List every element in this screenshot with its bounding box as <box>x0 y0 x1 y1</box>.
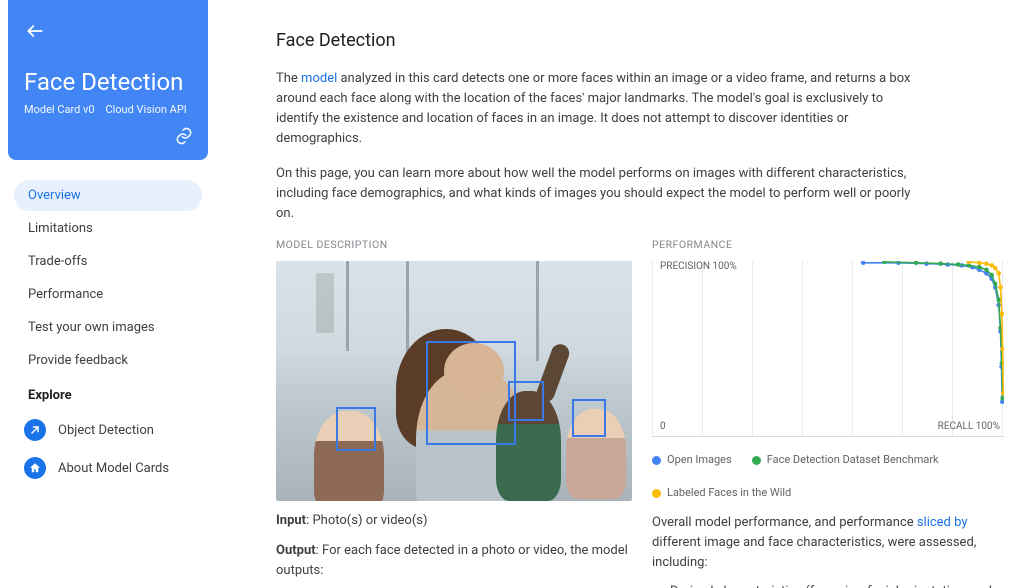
hero-title: Face Detection <box>24 68 192 97</box>
nav-overview[interactable]: Overview <box>14 180 202 211</box>
legend-item: Labeled Faces in the Wild <box>652 486 791 499</box>
back-arrow-icon[interactable] <box>24 20 46 42</box>
explore-label: About Model Cards <box>58 461 169 476</box>
nav-performance[interactable]: Performance <box>14 279 202 310</box>
legend-item: Open Images <box>652 453 732 466</box>
intro-section: The model analyzed in this card detects … <box>276 69 1004 224</box>
legend-dot-icon <box>652 456 661 465</box>
chart-canvas <box>652 261 1004 437</box>
link-icon[interactable] <box>174 126 194 150</box>
hero-subtitle: Model Card v0 Cloud Vision API <box>24 103 192 116</box>
face-bounding-box <box>426 341 516 445</box>
precision-recall-chart: PRECISION 100% 0 RECALL 100% <box>652 261 1004 437</box>
side-nav: Overview Limitations Trade-offs Performa… <box>8 180 208 487</box>
nav-feedback[interactable]: Provide feedback <box>14 345 202 376</box>
hero-card: Face Detection Model Card v0 Cloud Visio… <box>8 0 208 160</box>
sliced-by-link[interactable]: sliced by <box>917 515 968 530</box>
intro-p1: The model analyzed in this card detects … <box>276 69 916 150</box>
face-bounding-box <box>508 381 544 421</box>
model-link[interactable]: model <box>301 71 337 86</box>
nav-tradeoffs[interactable]: Trade-offs <box>14 246 202 277</box>
perf-bullet: Derived characteristics (face size, faci… <box>670 581 1004 588</box>
intro-p2: On this page, you can learn more about h… <box>276 164 916 224</box>
home-icon <box>24 457 46 479</box>
performance-column: PERFORMANCE PRECISION 100% 0 RECALL 100%… <box>652 238 1004 588</box>
nav-limitations[interactable]: Limitations <box>14 213 202 244</box>
chart-legend: Open Images Face Detection Dataset Bench… <box>652 453 1004 499</box>
example-photo <box>276 261 632 501</box>
page-title: Face Detection <box>276 30 1004 51</box>
face-bounding-box <box>336 407 376 451</box>
arrow-up-right-icon <box>24 419 46 441</box>
model-description-column: MODEL DESCRIPTION Input: Photo(s) or vid… <box>276 238 632 588</box>
explore-label: Object Detection <box>58 423 154 438</box>
nav-test-images[interactable]: Test your own images <box>14 312 202 343</box>
legend-item: Face Detection Dataset Benchmark <box>752 453 939 466</box>
performance-body: Overall model performance, and performan… <box>652 513 1004 588</box>
explore-header: Explore <box>14 378 202 411</box>
main-content: Face Detection The model analyzed in thi… <box>216 0 1024 588</box>
model-description-label: MODEL DESCRIPTION <box>276 238 632 251</box>
model-io-description: Input: Photo(s) or video(s) Output: For … <box>276 511 632 588</box>
legend-dot-icon <box>752 456 761 465</box>
explore-about-model-cards[interactable]: About Model Cards <box>14 449 202 487</box>
hero-subtitle-b: Cloud Vision API <box>105 103 186 116</box>
face-bounding-box <box>572 399 606 437</box>
hero-subtitle-a: Model Card v0 <box>24 103 95 116</box>
explore-object-detection[interactable]: Object Detection <box>14 411 202 449</box>
legend-dot-icon <box>652 489 661 498</box>
performance-label: PERFORMANCE <box>652 238 1004 251</box>
sidebar: Face Detection Model Card v0 Cloud Visio… <box>0 0 216 588</box>
